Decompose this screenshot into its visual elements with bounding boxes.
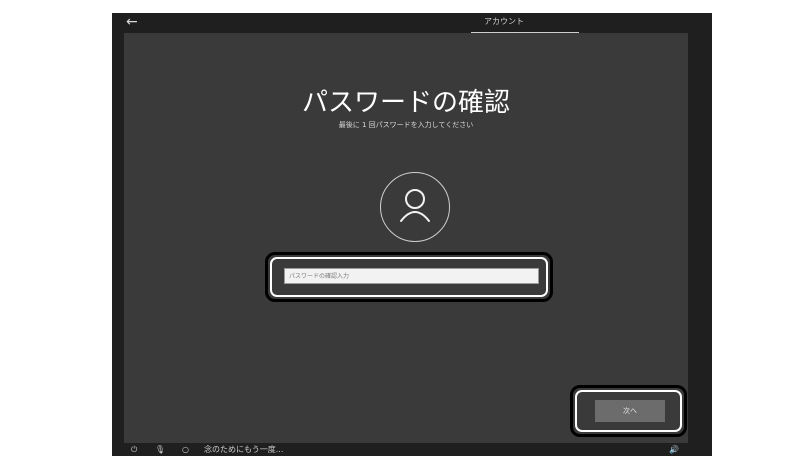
password-confirm-input[interactable]: [284, 268, 539, 284]
page-subtitle: 最後に 1 回パスワードを入力してください: [338, 121, 474, 129]
top-bar: ← アカウント: [112, 13, 712, 34]
back-arrow-icon[interactable]: ←: [126, 14, 138, 30]
content-panel: パスワードの確認 最後に 1 回パスワードを入力してください 次へ: [124, 33, 688, 443]
page-title: パスワードの確認: [301, 88, 510, 118]
tab-account[interactable]: アカウント: [484, 16, 524, 27]
power-icon[interactable]: ⏻: [131, 444, 137, 455]
microphone-icon[interactable]: 🎙: [155, 444, 165, 455]
cortana-hint-text: 念のためにもう一度...: [204, 445, 284, 454]
next-button[interactable]: 次へ: [595, 400, 665, 422]
volume-icon[interactable]: 🔊: [669, 444, 679, 455]
bottom-bar: ⏻ 🎙 ○ 念のためにもう一度... 🔊: [112, 443, 712, 456]
avatar: [380, 172, 450, 242]
setup-window: ← アカウント パスワードの確認 最後に 1 回パスワードを入力してください 次…: [112, 13, 712, 456]
user-icon: [400, 189, 430, 222]
cortana-circle-icon[interactable]: ○: [182, 444, 189, 455]
